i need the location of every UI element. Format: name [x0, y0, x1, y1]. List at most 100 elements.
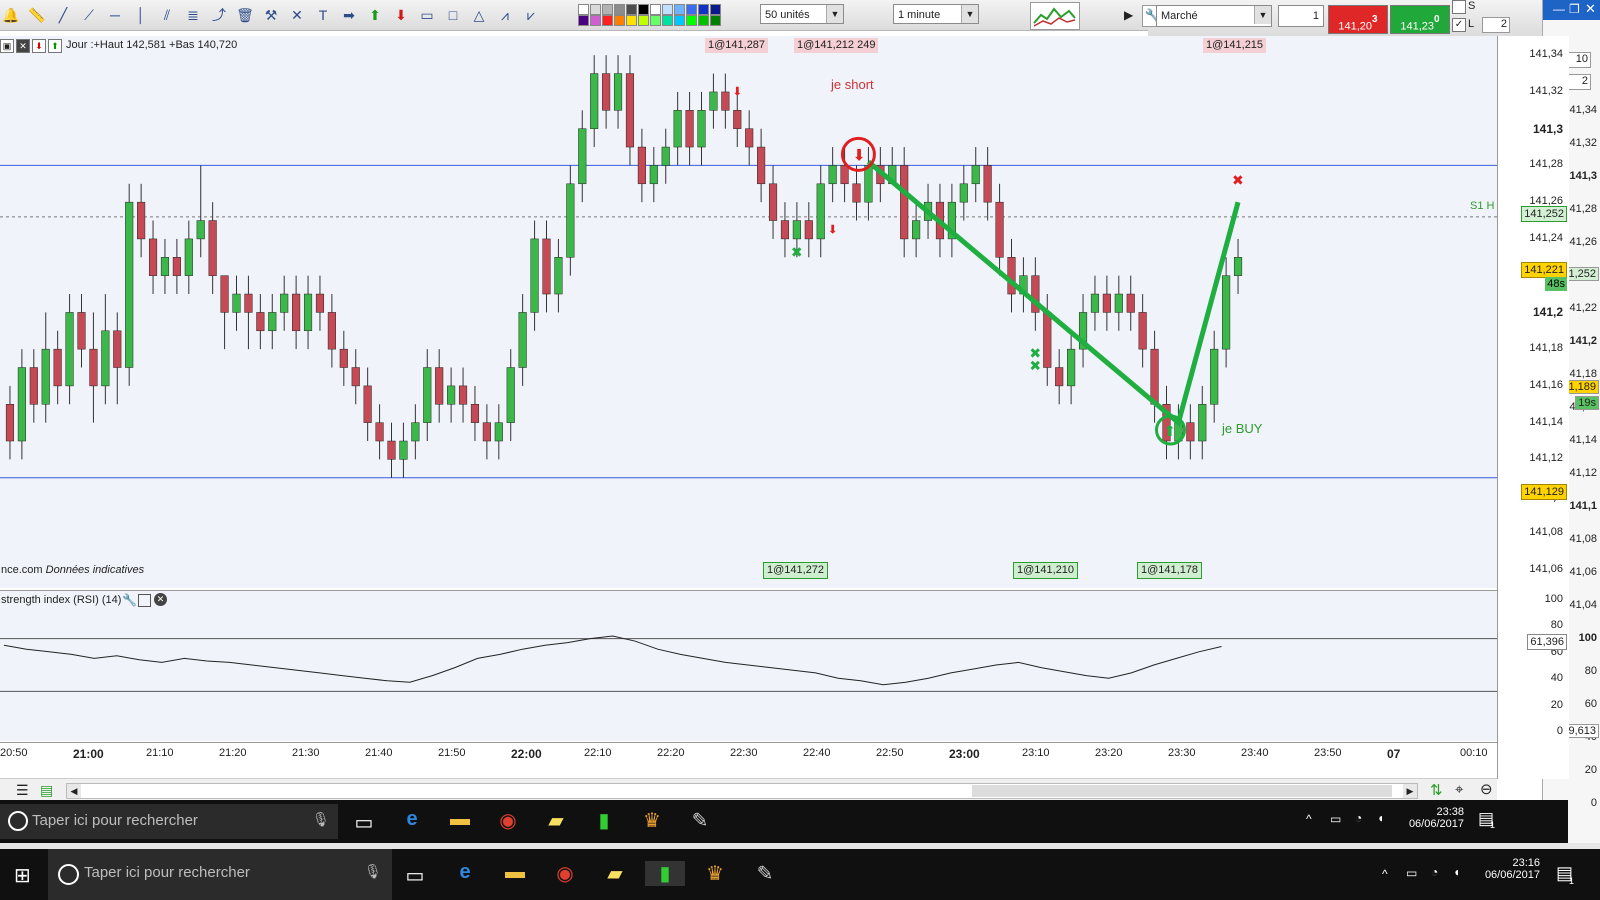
game-app-icon[interactable]: ♛ — [695, 861, 735, 886]
color-swatch[interactable] — [650, 15, 661, 26]
s-checkbox[interactable] — [1452, 0, 1466, 14]
color-swatch[interactable] — [602, 15, 613, 26]
horizontal-line-icon[interactable]: ─ — [106, 6, 124, 24]
color-swatch[interactable] — [710, 4, 721, 15]
color-swatch[interactable] — [686, 4, 697, 15]
color-swatch[interactable] — [698, 4, 709, 15]
color-swatch[interactable] — [662, 4, 673, 15]
minimize-icon[interactable]: — — [1553, 2, 1565, 16]
bell-icon[interactable]: 🔔 — [2, 6, 20, 24]
volume-icon[interactable]: ◖ — [1453, 865, 1460, 879]
inner-clock[interactable]: 23:38 06/06/2017 — [1394, 806, 1464, 830]
auto-scale-icon[interactable]: ⇅ — [1430, 781, 1443, 799]
arrow-up-icon[interactable]: ⬆ — [366, 6, 384, 24]
order-type-select[interactable]: Marché ▼ — [1156, 5, 1272, 27]
volume-icon[interactable]: ◖ — [1377, 811, 1384, 825]
color-swatch[interactable] — [686, 15, 697, 26]
outer-search-box[interactable]: Taper ici pour rechercher 🎙 — [48, 849, 392, 900]
color-swatch[interactable] — [710, 15, 721, 26]
buy-arrow-icon[interactable]: ⬆ — [48, 39, 62, 53]
trading-app-icon[interactable]: ▮ — [645, 861, 685, 886]
color-swatch[interactable] — [698, 15, 709, 26]
zoom-fit-icon[interactable]: ⌖ — [1455, 781, 1463, 798]
price-chart[interactable]: ⬇ ⬆ ✖ ✖ ✖ ✖ ⬇ ⬇ ▣ ✕ ⬇ ⬆ Jour :+Haut 142,581 +Ba… — [0, 36, 1497, 588]
restore-icon[interactable]: ❐ — [1569, 2, 1580, 16]
buy-button[interactable]: 141,230 — [1390, 5, 1450, 34]
task-view-icon[interactable]: ▭ — [344, 810, 384, 835]
quantity-input[interactable]: 1 — [1278, 5, 1324, 27]
arrow-right-icon[interactable]: ➡ — [340, 6, 358, 24]
wifi-icon[interactable]: ◔ — [1431, 865, 1438, 879]
file-explorer-icon[interactable]: ▬ — [440, 808, 480, 831]
file-explorer-icon[interactable]: ▬ — [495, 861, 535, 884]
battery-icon[interactable]: ▭ — [1406, 866, 1417, 880]
buy-order-tag[interactable]: 1@141,178 — [1137, 562, 1203, 579]
vertical-line-icon[interactable]: │ — [132, 6, 150, 24]
outer-clock[interactable]: 23:16 06/06/2017 — [1470, 857, 1540, 881]
arrow-down-icon[interactable]: ⬇ — [392, 6, 410, 24]
wrench-icon[interactable]: 🔧 — [122, 593, 137, 607]
order-panel-expand-icon[interactable]: ▶ — [1124, 8, 1133, 22]
color-swatch[interactable] — [638, 15, 649, 26]
microphone-icon[interactable]: 🎙 — [312, 811, 330, 828]
triangle-icon[interactable]: △ — [470, 6, 488, 24]
ruler-icon[interactable]: 📏 — [28, 6, 46, 24]
window-icon[interactable]: ▣ — [0, 39, 14, 53]
color-swatch[interactable] — [590, 15, 601, 26]
color-swatch[interactable] — [602, 4, 613, 15]
scroll-left-arrow[interactable]: ◀ — [67, 784, 81, 798]
color-swatch[interactable] — [638, 4, 649, 15]
buy-order-tag[interactable]: 1@141,210 — [1013, 562, 1079, 579]
chevron-down-icon[interactable]: ▼ — [961, 5, 978, 23]
color-swatch[interactable] — [578, 15, 589, 26]
windows-start-icon[interactable]: ⊞ — [14, 863, 31, 888]
game-app-icon[interactable]: ♛ — [632, 808, 672, 833]
color-swatch[interactable] — [578, 4, 589, 15]
square-icon[interactable]: □ — [444, 6, 462, 24]
quantity-combo[interactable]: 50 unités ▼ — [760, 4, 844, 24]
scroll-right-arrow[interactable]: ▶ — [1403, 784, 1417, 798]
ray-tool-icon[interactable]: ⟋ — [80, 6, 98, 24]
color-swatch[interactable] — [662, 15, 673, 26]
settings-icon[interactable]: ⚒ — [262, 6, 280, 24]
tray-chevron-icon[interactable]: ^ — [1306, 812, 1312, 826]
sell-order-tag[interactable]: 1@141,215 — [1203, 38, 1267, 53]
parallel-lines-icon[interactable]: ⫽ — [158, 6, 176, 24]
close-chart-icon[interactable]: ✕ — [16, 39, 30, 53]
l-value-input[interactable]: 2 — [1482, 17, 1510, 33]
task-view-icon[interactable]: ▭ — [395, 863, 435, 888]
cross-icon[interactable]: ✕ — [288, 6, 306, 24]
list-icon[interactable]: ☰ — [16, 782, 32, 798]
close-icon[interactable]: ✕ — [154, 593, 167, 606]
paint-app-icon[interactable]: ✎ — [745, 861, 785, 886]
wifi-icon[interactable]: ◔ — [1355, 811, 1362, 825]
horizontal-scrollbar[interactable]: ◀ ▶ — [66, 783, 1418, 799]
l-checkbox[interactable]: ✓ — [1452, 18, 1466, 32]
color-swatch[interactable] — [674, 4, 685, 15]
trash-icon[interactable]: 🗑 — [236, 6, 254, 24]
text-icon[interactable]: T — [314, 6, 332, 24]
color-swatch[interactable] — [614, 15, 625, 26]
time-axis[interactable]: 20:50 21:00 21:10 21:20 21:30 21:40 21:50 22:00… — [0, 742, 1497, 763]
line-tool-icon[interactable]: ╱ — [54, 6, 72, 24]
color-swatch[interactable] — [674, 15, 685, 26]
grid-icon[interactable]: ▤ — [40, 782, 56, 798]
scrollbar-thumb[interactable] — [972, 785, 1392, 797]
chevron-down-icon[interactable]: ▼ — [826, 5, 843, 23]
rsi-panel[interactable]: strength index (RSI) (14) 🔧 ✕ — [0, 590, 1497, 741]
interval-combo[interactable]: 1 minute ▼ — [893, 4, 979, 24]
close-icon[interactable]: ✕ — [1585, 1, 1596, 17]
color-swatch[interactable] — [614, 4, 625, 15]
chrome-icon[interactable]: ◉ — [488, 808, 528, 833]
chrome-icon[interactable]: ◉ — [545, 861, 585, 886]
color-swatch[interactable] — [626, 4, 637, 15]
tray-chevron-icon[interactable]: ^ — [1382, 867, 1388, 881]
battery-icon[interactable]: ▭ — [1330, 812, 1341, 826]
chevron-down-icon[interactable]: ▼ — [1254, 6, 1271, 24]
sell-arrow-icon[interactable]: ⬇ — [32, 39, 46, 53]
color-swatch[interactable] — [626, 15, 637, 26]
fibonacci-icon[interactable]: ≣ — [184, 6, 202, 24]
price-axis[interactable]: 141,34 141,32 141,3 141,28 141,26 141,24 141,2… — [1497, 36, 1569, 779]
color-swatch[interactable] — [650, 4, 661, 15]
edge-icon[interactable]: e — [445, 861, 485, 884]
